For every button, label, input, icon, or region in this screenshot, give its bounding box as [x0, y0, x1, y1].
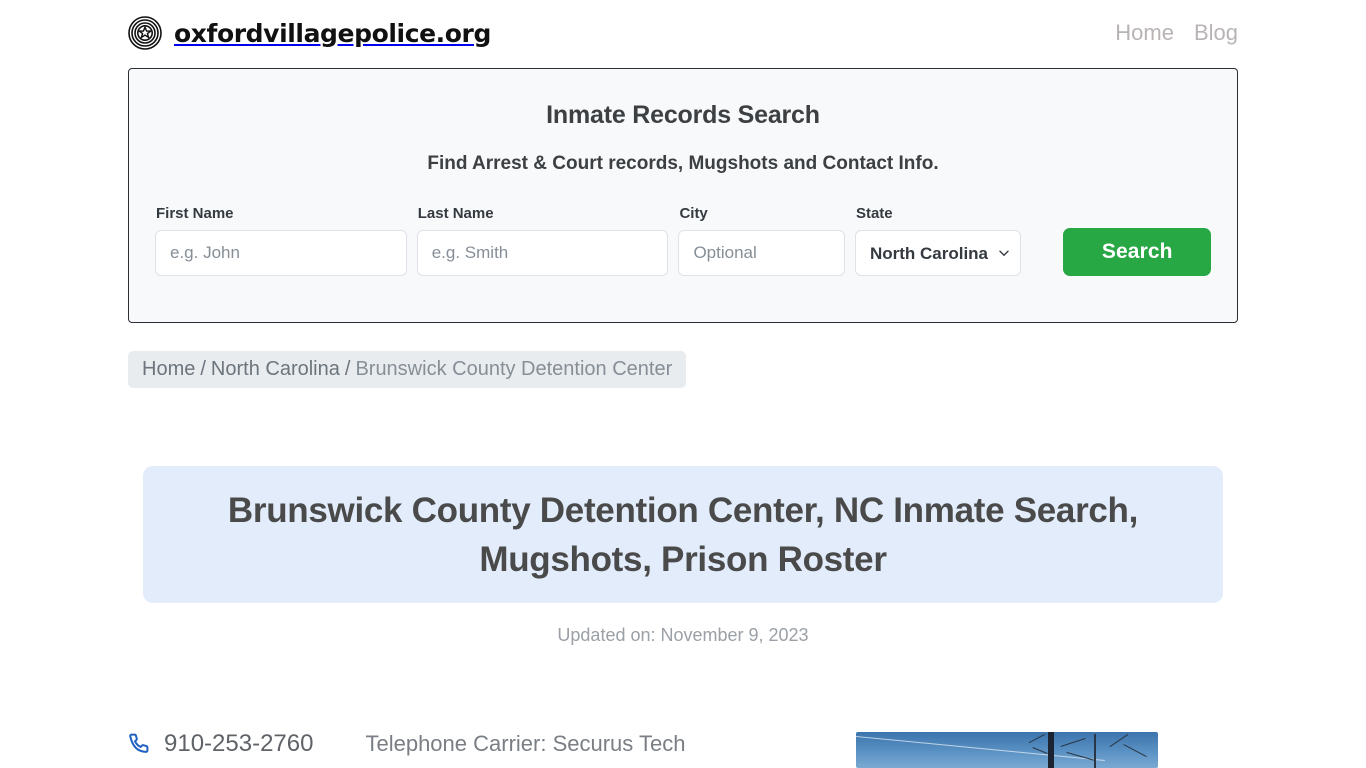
search-button[interactable]: Search: [1063, 228, 1211, 276]
photo-powerline: [856, 736, 1105, 761]
photo-branch-3: [1060, 738, 1086, 747]
state-select-wrap: North Carolina: [854, 230, 1022, 276]
first-name-label: First Name: [156, 205, 234, 222]
inmate-search-panel: Inmate Records Search Find Arrest & Cour…: [128, 68, 1238, 323]
first-name-field-group: First Name: [155, 205, 407, 276]
breadcrumb-separator-1: /: [200, 358, 206, 380]
city-label: City: [679, 205, 708, 222]
breadcrumb-item-home[interactable]: Home: [142, 358, 195, 381]
facility-info-strip: 910-253-2760 Telephone Carrier: Securus …: [128, 730, 685, 758]
facility-phone-block[interactable]: 910-253-2760: [128, 730, 313, 758]
search-panel-subtitle: Find Arrest & Court records, Mugshots an…: [427, 153, 939, 174]
last-name-field-group: Last Name: [416, 205, 669, 276]
inmate-search-form: First Name Last Name City State North Ca…: [153, 205, 1213, 276]
page-title-panel: Brunswick County Detention Center, NC In…: [143, 466, 1223, 603]
nav-item-blog[interactable]: Blog: [1194, 20, 1238, 46]
page-title: Brunswick County Detention Center, NC In…: [227, 490, 1139, 579]
site-logo-link[interactable]: oxfordvillagepolice.org: [128, 16, 491, 50]
photo-branch-7: [1123, 743, 1147, 758]
facility-photo: [856, 732, 1158, 768]
site-header: oxfordvillagepolice.org Home Blog: [0, 0, 1366, 66]
city-input[interactable]: [678, 230, 845, 276]
breadcrumb: Home / North Carolina / Brunswick County…: [128, 351, 687, 388]
state-field-group: State North Carolina: [854, 205, 1022, 276]
last-name-label: Last Name: [417, 205, 494, 222]
police-badge-icon: [128, 16, 162, 50]
state-select[interactable]: North Carolina: [854, 230, 1022, 276]
nav-item-home[interactable]: Home: [1115, 20, 1174, 46]
updated-date: Updated on: November 9, 2023: [557, 625, 809, 645]
breadcrumb-separator-2: /: [344, 358, 351, 380]
breadcrumb-item-state[interactable]: North Carolina: [211, 358, 340, 381]
page-root: oxfordvillagepolice.org Home Blog Inmate…: [0, 0, 1366, 768]
photo-utility-pole: [1048, 732, 1054, 768]
photo-branch-5: [1094, 734, 1096, 768]
last-name-input[interactable]: [416, 230, 669, 276]
facility-telephone-carrier: Telephone Carrier: Securus Tech: [365, 731, 686, 756]
facility-phone-number: 910-253-2760: [164, 730, 314, 757]
state-label: State: [855, 205, 893, 222]
brand-name: oxfordvillagepolice.org: [174, 18, 491, 48]
phone-icon: [129, 733, 149, 753]
main-nav: Home Blog: [1115, 20, 1238, 46]
city-field-group: City: [678, 205, 845, 276]
search-panel-title: Inmate Records Search: [546, 101, 820, 129]
breadcrumb-item-current: Brunswick County Detention Center: [355, 358, 673, 380]
photo-branch-1: [1028, 733, 1046, 744]
first-name-input[interactable]: [155, 230, 407, 276]
